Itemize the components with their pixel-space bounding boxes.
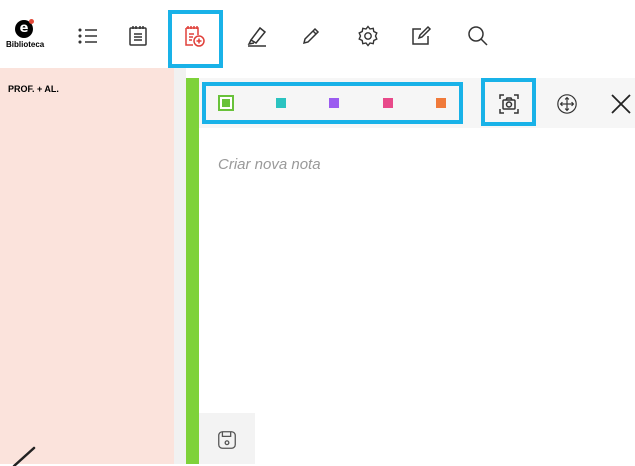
left-page-panel[interactable]: PROF. + AL.	[0, 68, 174, 466]
screenshot-highlight	[481, 78, 536, 126]
gear-icon[interactable]	[354, 22, 382, 50]
panel-divider	[174, 68, 186, 464]
close-icon[interactable]	[608, 91, 634, 117]
logo-label: Biblioteca	[6, 40, 45, 49]
note-color-accent	[186, 78, 199, 464]
biblioteca-logo[interactable]: e Biblioteca	[6, 19, 52, 56]
color-swatches-highlight	[202, 82, 463, 124]
save-icon	[218, 431, 236, 449]
note-editor	[186, 78, 635, 464]
page-label: PROF. + AL.	[8, 84, 59, 94]
search-icon[interactable]	[464, 22, 492, 50]
edit-icon[interactable]	[407, 22, 435, 50]
save-button[interactable]	[199, 413, 255, 464]
highlighter-icon[interactable]	[243, 22, 271, 50]
list-icon[interactable]	[74, 22, 102, 50]
notes-list-icon[interactable]	[124, 22, 152, 50]
main-toolbar: e Biblioteca	[0, 0, 635, 68]
move-icon[interactable]	[554, 91, 580, 117]
note-textarea[interactable]: Criar nova nota	[218, 156, 321, 173]
logo-icon: e	[15, 19, 34, 38]
active-tool-highlight	[168, 10, 223, 68]
pencil-icon[interactable]	[297, 22, 325, 50]
pen-stroke-mark	[12, 446, 36, 466]
